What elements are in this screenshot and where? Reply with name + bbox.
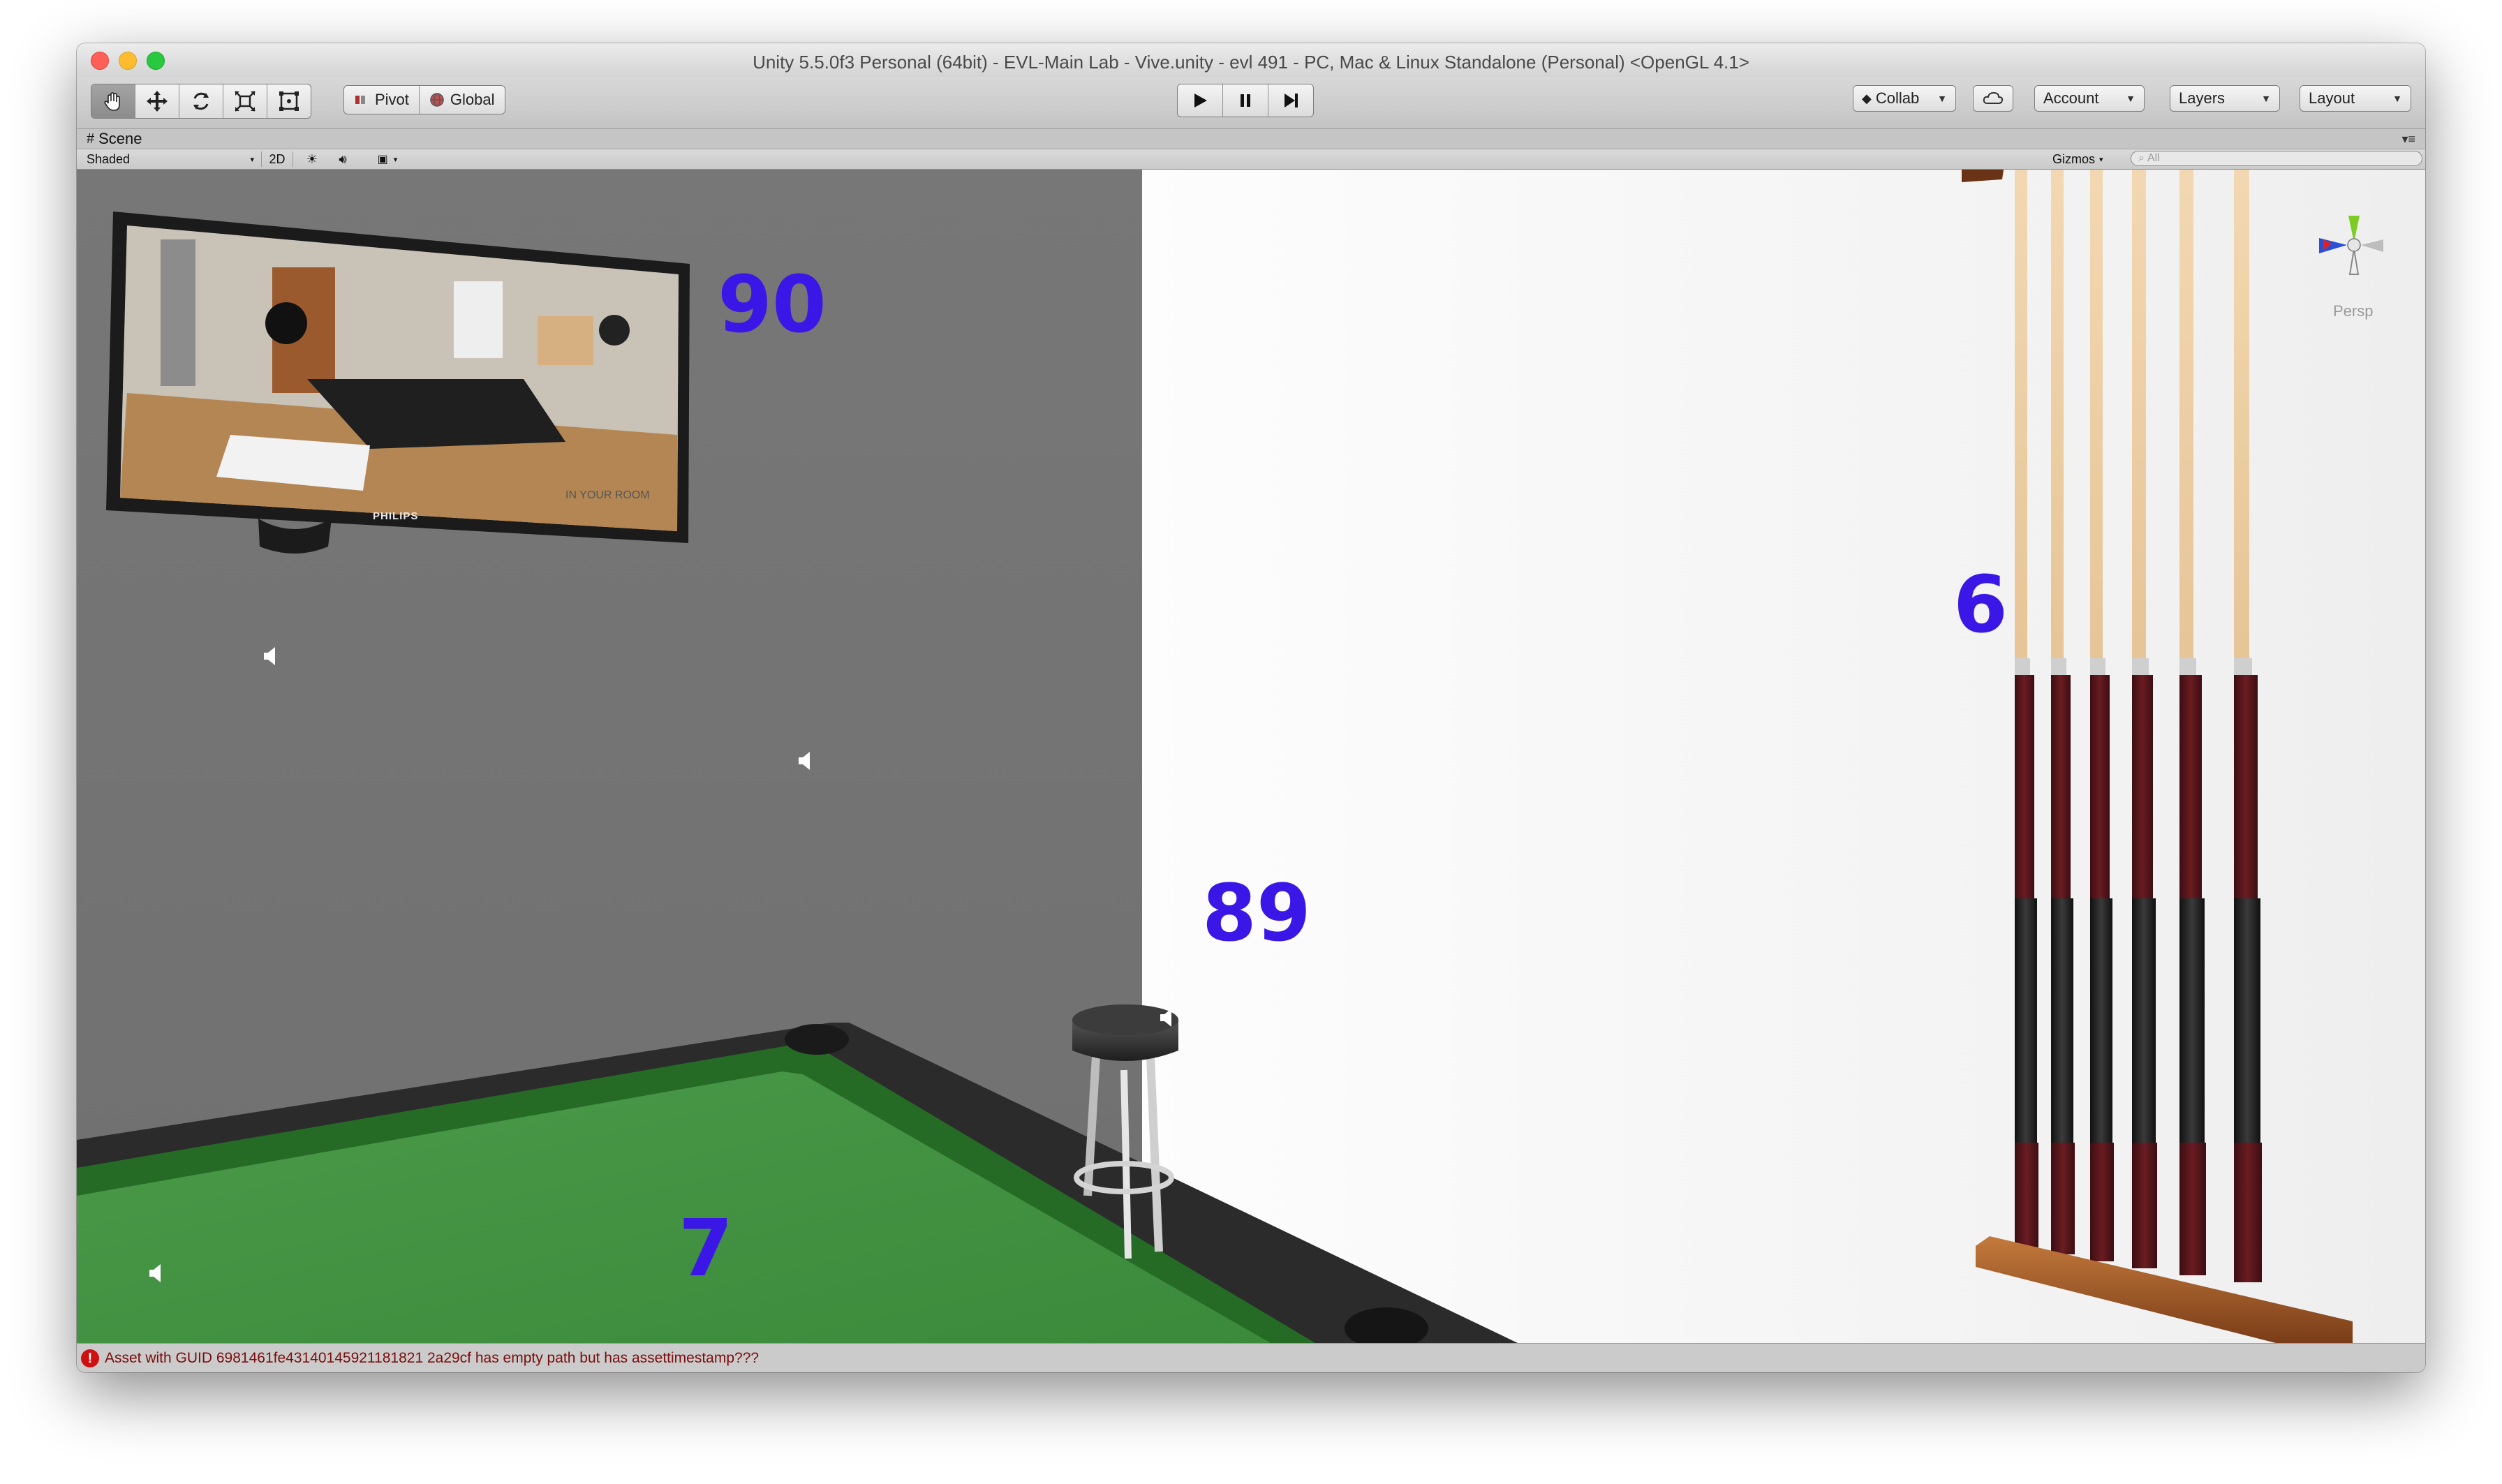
shading-mode-dropdown[interactable]: Shaded ▾ [87, 151, 254, 167]
scene-tab-bar: # Scene ▾≡ [77, 129, 2425, 149]
effects-dropdown[interactable]: ▣ ▾ [367, 151, 408, 167]
layers-label: Layers [2179, 89, 2226, 107]
grid-icon: # [87, 131, 95, 147]
rotate-icon [193, 92, 209, 110]
step-forward-icon [1285, 94, 1298, 107]
collab-label: Collab [1875, 89, 1920, 107]
rect-tool-button[interactable] [267, 84, 311, 118]
tv-brand-label: PHILIPS [373, 510, 419, 522]
playback-controls [1177, 84, 1314, 117]
projection-label[interactable]: Persp [2333, 302, 2373, 320]
tab-menu-icon[interactable]: ▾≡ [2401, 132, 2415, 147]
step-button[interactable] [1268, 84, 1313, 117]
pivot-global-toggles: Pivot Global [343, 85, 505, 114]
global-label: Global [450, 91, 495, 108]
white-wall [1142, 170, 2425, 1343]
collab-dropdown[interactable]: ◆ Collab ▼ [1853, 85, 1956, 112]
rotate-tool-button[interactable] [179, 84, 223, 118]
layers-dropdown[interactable]: Layers ▼ [2170, 85, 2280, 112]
scale-icon [235, 91, 256, 112]
shading-mode-label: Shaded [87, 151, 131, 166]
collab-icon: ◆ [1862, 91, 1872, 105]
search-placeholder: All [2147, 152, 2160, 164]
lighting-toggle[interactable]: ☀ [299, 151, 325, 167]
account-label: Account [2043, 89, 2099, 107]
annotation-89: 89 [1202, 868, 1311, 959]
chevron-down-icon: ▼ [1937, 93, 1947, 104]
main-toolbar: Pivot Global ◆ Collab ▼ Account ▼ Layers… [77, 77, 2425, 129]
tv-caption: IN YOUR ROOM [565, 489, 650, 501]
chevron-down-icon: ▾ [2099, 155, 2103, 164]
audio-toggle[interactable]: 🔊︎ [330, 151, 356, 167]
pivot-label: Pivot [375, 91, 409, 108]
move-tool-button[interactable] [135, 84, 179, 118]
play-icon [1194, 94, 1207, 107]
chevron-down-icon: ▼ [2126, 93, 2135, 104]
error-icon: ! [81, 1349, 99, 1367]
move-arrows-icon [147, 91, 168, 112]
gizmos-dropdown[interactable]: Gizmos ▾ [2052, 151, 2122, 167]
scene-search-input[interactable]: ⌕ All [2131, 151, 2422, 166]
pivot-toggle[interactable]: Pivot [344, 86, 420, 114]
hand-tool-button[interactable] [91, 84, 135, 118]
wall-tv[interactable] [106, 212, 690, 554]
toggle-2d-button[interactable]: 2D [261, 151, 293, 167]
gizmos-label: Gizmos [2052, 151, 2096, 166]
pause-button[interactable] [1223, 84, 1268, 117]
chevron-down-icon: ▾ [250, 155, 254, 164]
error-message: Asset with GUID 6981461fe431401459211818… [105, 1350, 760, 1366]
annotation-7: 7 [679, 1203, 733, 1294]
hand-icon [104, 92, 120, 111]
cloud-icon [1983, 91, 2004, 104]
layout-dropdown[interactable]: Layout ▼ [2300, 85, 2411, 112]
sun-icon: ☀ [306, 151, 318, 166]
transform-tools [91, 84, 311, 119]
global-toggle[interactable]: Global [420, 86, 505, 114]
scene-viewport[interactable]: PHILIPS IN YOUR ROOM 90 89 6 7 Persp [77, 170, 2425, 1343]
search-icon: ⌕ [2138, 152, 2145, 164]
title-bar: Unity 5.5.0f3 Personal (64bit) - EVL-Mai… [77, 43, 2425, 77]
orientation-gizmo[interactable] [2304, 205, 2394, 288]
scene-tab-label: Scene [98, 130, 142, 147]
scene-render [77, 170, 2425, 1343]
image-icon: ▣ [377, 154, 388, 165]
cloud-button[interactable] [1973, 85, 2013, 112]
scale-tool-button[interactable] [223, 84, 267, 118]
chevron-down-icon: ▼ [2261, 93, 2271, 104]
account-dropdown[interactable]: Account ▼ [2034, 85, 2145, 112]
chevron-down-icon: ▼ [2392, 93, 2402, 104]
pause-icon [1241, 94, 1250, 107]
annotation-6: 6 [1953, 560, 2008, 651]
pivot-icon [355, 96, 365, 104]
annotation-90: 90 [718, 260, 827, 350]
status-bar[interactable]: ! Asset with GUID 6981461fe4314014592118… [77, 1343, 2425, 1372]
unity-editor-window: Unity 5.5.0f3 Personal (64bit) - EVL-Mai… [77, 43, 2425, 1372]
chevron-down-icon: ▾ [393, 155, 398, 164]
window-title: Unity 5.5.0f3 Personal (64bit) - EVL-Mai… [753, 52, 1749, 73]
rect-transform-icon [279, 91, 299, 111]
speaker-icon: 🔊︎ [339, 151, 347, 166]
play-button[interactable] [1178, 84, 1223, 117]
toggle-2d-label: 2D [269, 151, 286, 166]
scene-view-controls: Shaded ▾ 2D ☀ 🔊︎ ▣ ▾ Gizmos ▾ ⌕ All [77, 149, 2425, 170]
layout-label: Layout [2309, 89, 2355, 107]
tab-scene[interactable]: # Scene [87, 129, 142, 149]
globe-icon [430, 93, 444, 107]
